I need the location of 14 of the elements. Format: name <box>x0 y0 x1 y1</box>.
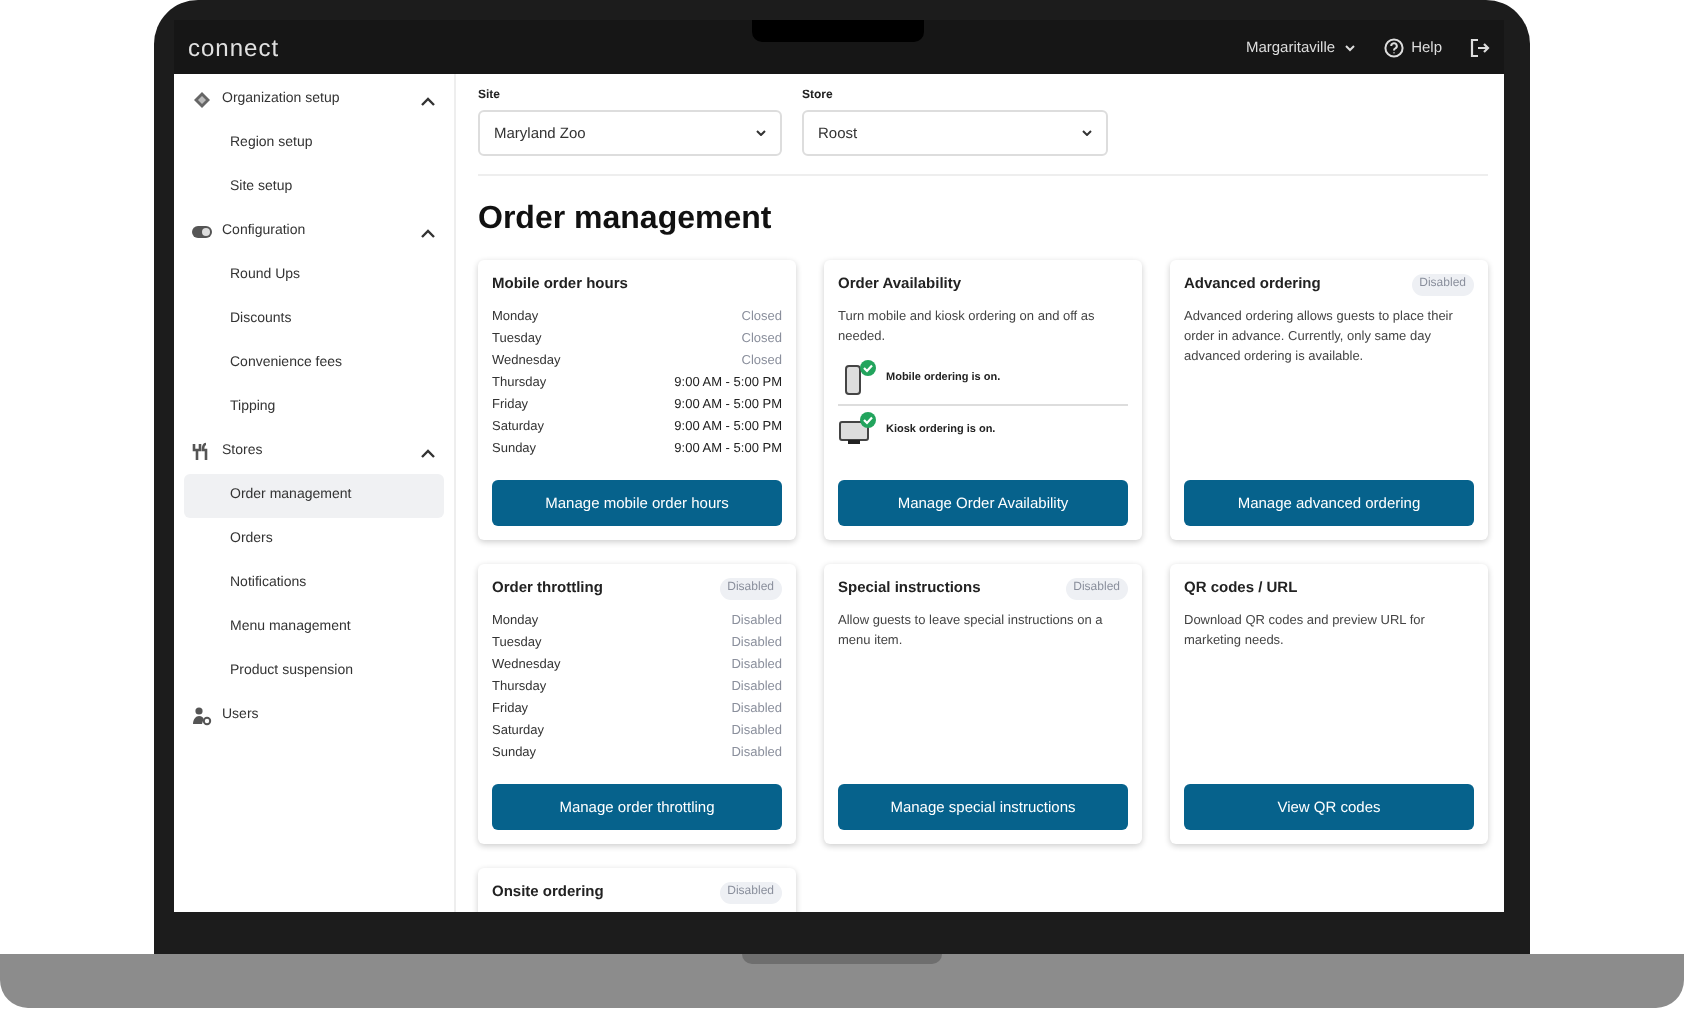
chevron-icon <box>756 130 766 136</box>
chevron-icon[interactable] <box>420 447 436 457</box>
brand-logo: connect <box>188 31 280 65</box>
chevron-icon[interactable] <box>420 227 436 237</box>
chevron-icon <box>1082 130 1092 136</box>
help-icon <box>1383 37 1404 57</box>
utensils-icon <box>192 442 212 462</box>
layers-icon <box>192 90 212 110</box>
users-icon <box>192 706 212 726</box>
page-title: Order management <box>478 200 774 240</box>
toggle-icon <box>192 226 212 238</box>
chevron-icon[interactable] <box>420 95 436 105</box>
logout-icon[interactable] <box>1470 37 1490 57</box>
chevron-icon <box>1343 43 1356 51</box>
